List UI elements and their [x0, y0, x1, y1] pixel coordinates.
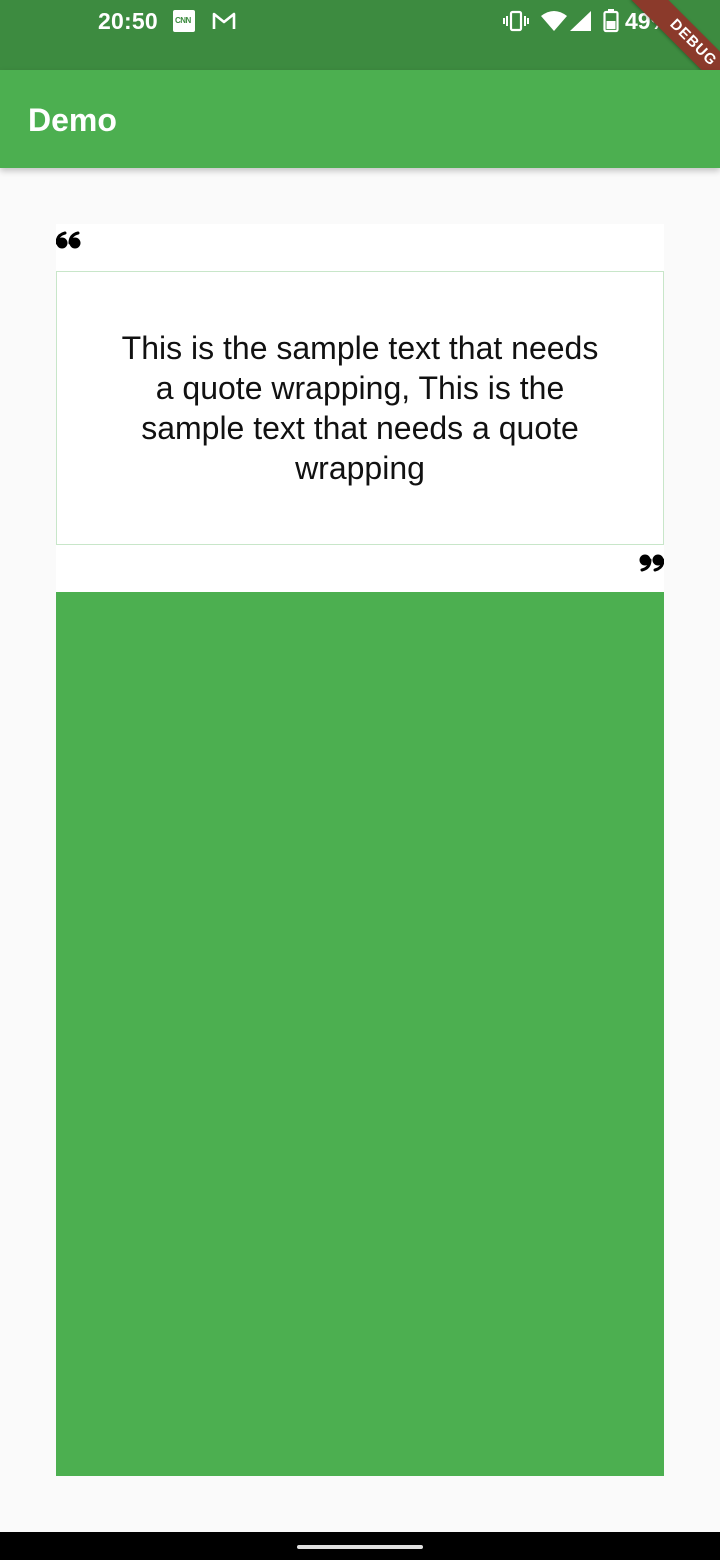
page-title: Demo: [28, 102, 117, 138]
cnn-icon: CNN: [173, 10, 195, 32]
home-indicator[interactable]: [297, 1545, 423, 1549]
status-bar: 20:50 CNN 49%: [0, 0, 720, 70]
quote-box: This is the sample text that needs a quo…: [56, 271, 664, 545]
battery-icon: [603, 9, 619, 38]
quote-text: This is the sample text that needs a quo…: [121, 330, 599, 486]
green-panel: [56, 592, 664, 1476]
open-quote-icon: [55, 228, 82, 254]
close-quote-icon: [638, 550, 665, 576]
vibrate-icon: [503, 9, 529, 38]
quote-card: This is the sample text that needs a quo…: [55, 224, 665, 592]
system-nav-bar: [0, 1532, 720, 1560]
signal-icon: [569, 9, 593, 38]
app-bar: Demo: [0, 70, 720, 168]
gmail-icon: [212, 10, 236, 32]
wifi-icon: [540, 9, 568, 38]
status-time: 20:50: [98, 8, 158, 34]
